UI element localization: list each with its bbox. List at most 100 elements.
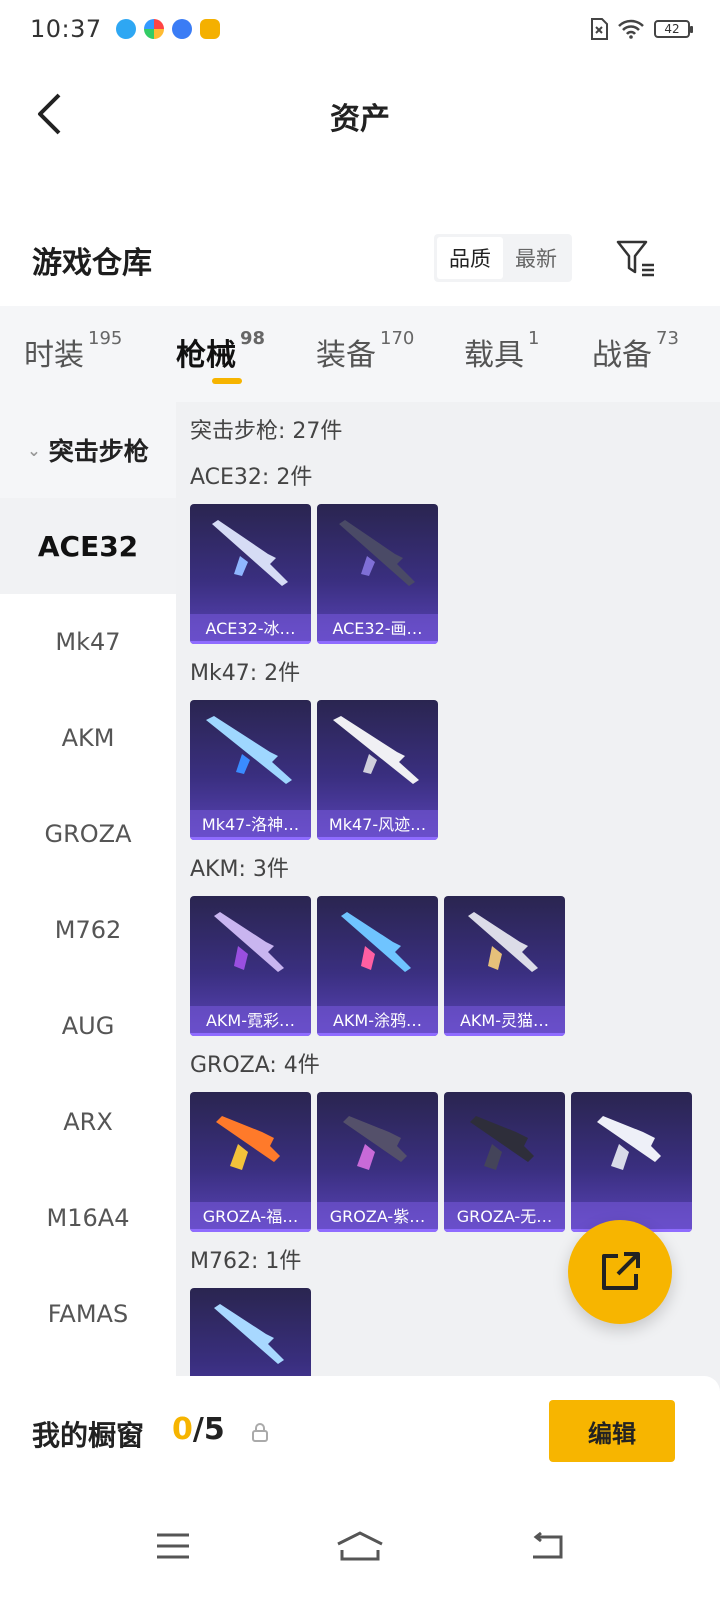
rifle-icon: [468, 912, 538, 972]
status-right: 42: [590, 18, 693, 40]
tab-supplies[interactable]: 战备 73: [592, 328, 679, 374]
nav-home-button[interactable]: [330, 1524, 390, 1568]
tab-count: 170: [380, 328, 415, 349]
section-title-ace32: ACE32: 2件: [190, 465, 313, 490]
skin-card[interactable]: GROZA-无…: [444, 1092, 565, 1232]
skin-name: AKM-霓彩…: [190, 1006, 311, 1036]
tab-label: 装备: [316, 338, 376, 373]
battery-icon: 42: [654, 20, 693, 38]
sidebar-item-akm[interactable]: AKM: [0, 690, 176, 786]
showcase-bar: 我的橱窗 0/5 编辑: [0, 1376, 720, 1492]
nav-back-button[interactable]: [517, 1524, 577, 1568]
back-icon: [532, 1531, 563, 1559]
skin-name: AKM-涂鸦…: [317, 1006, 438, 1036]
rifle-icon: [597, 1116, 661, 1170]
rifle-icon: [333, 716, 419, 784]
sort-toggle: 品质 最新: [434, 234, 572, 282]
skin-card[interactable]: AKM-灵猫…: [444, 896, 565, 1036]
skin-card[interactable]: ACE32-画…: [317, 504, 438, 644]
weapon-sidebar: ⌄ 突击步枪 ACE32 Mk47 AKM GROZA M762 AUG ARX…: [0, 402, 176, 1400]
skin-name: GROZA-紫…: [317, 1202, 438, 1232]
section-title-groza: GROZA: 4件: [190, 1053, 320, 1078]
game-app-icon: [199, 19, 220, 39]
skin-name: GROZA-无…: [444, 1202, 565, 1232]
rifle-icon: [212, 520, 288, 586]
tab-label: 枪械: [176, 338, 236, 373]
rifle-icon: [214, 912, 284, 972]
no-sim-icon: [591, 18, 608, 40]
skin-card[interactable]: Mk47-洛神…: [190, 700, 311, 840]
card-grid: ACE32-冰… ACE32-画…: [190, 504, 720, 644]
showcase-total: /5: [192, 1412, 225, 1447]
showcase-label: 我的橱窗: [32, 1419, 145, 1452]
skin-card[interactable]: GROZA-紫…: [317, 1092, 438, 1232]
sidebar-item-aug[interactable]: AUG: [0, 978, 176, 1074]
menu-icon: [157, 1533, 190, 1559]
tab-equipment[interactable]: 装备 170: [316, 328, 415, 374]
skin-card[interactable]: AKM-涂鸦…: [317, 896, 438, 1036]
share-export-icon: [602, 1252, 640, 1290]
sidebar-item-m16a4[interactable]: M16A4: [0, 1170, 176, 1266]
sidebar-group-assault-rifle[interactable]: ⌄ 突击步枪: [0, 402, 176, 498]
tab-fashion[interactable]: 时装 195: [24, 328, 123, 374]
skin-card[interactable]: Mk47-风迹…: [317, 700, 438, 840]
tab-count: 195: [88, 328, 123, 349]
share-button[interactable]: [568, 1220, 672, 1324]
skin-name: ACE32-冰…: [190, 614, 311, 644]
app-icon: [143, 19, 164, 39]
tab-count: 98: [240, 328, 266, 349]
sidebar-item-famas[interactable]: FAMAS: [0, 1266, 176, 1362]
header: 资产: [0, 70, 720, 160]
sidebar-item-groza[interactable]: GROZA: [0, 786, 176, 882]
qq-icon: [115, 19, 136, 39]
filter-icon: [616, 240, 654, 277]
sidebar-group-label: 突击步枪: [48, 437, 149, 466]
rifle-icon: [206, 716, 292, 784]
page-title: 资产: [330, 102, 390, 137]
sidebar-item-arx[interactable]: ARX: [0, 1074, 176, 1170]
edit-button[interactable]: 编辑: [549, 1400, 675, 1462]
skin-card[interactable]: [571, 1092, 692, 1232]
sort-newest-button[interactable]: 最新: [503, 237, 569, 279]
sidebar-item-m762[interactable]: M762: [0, 882, 176, 978]
tab-count: 73: [656, 328, 679, 349]
skin-name: GROZA-福…: [190, 1202, 311, 1232]
tab-label: 战备: [592, 338, 652, 373]
sort-quality-button[interactable]: 品质: [437, 237, 503, 279]
rifle-icon: [339, 520, 415, 586]
category-summary: 突击步枪: 27件: [190, 419, 343, 444]
tab-count: 1: [528, 328, 540, 349]
warehouse-title: 游戏仓库: [32, 246, 152, 281]
rifle-icon: [470, 1116, 534, 1170]
sidebar-item-mk47[interactable]: Mk47: [0, 594, 176, 690]
filter-button[interactable]: [612, 234, 660, 282]
showcase-current: 0: [172, 1412, 193, 1447]
baidu-icon: [171, 19, 192, 39]
section-title-akm: AKM: 3件: [190, 857, 289, 882]
rifle-icon: [343, 1116, 407, 1170]
skin-card[interactable]: AKM-霓彩…: [190, 896, 311, 1036]
card-grid: AKM-霓彩… AKM-涂鸦… AKM-灵猫…: [190, 896, 720, 1036]
system-nav-bar: [0, 1492, 720, 1600]
wifi-icon: [618, 19, 644, 39]
skin-name: AKM-灵猫…: [444, 1006, 565, 1036]
card-grid: GROZA-福… GROZA-紫… GROZA-无…: [190, 1092, 720, 1232]
category-tabs: 时装 195 枪械 98 装备 170 载具 1 战备 73: [0, 306, 720, 402]
nav-menu-button[interactable]: [143, 1524, 203, 1568]
rifle-icon: [216, 1116, 280, 1170]
skin-name: Mk47-风迹…: [317, 810, 438, 840]
home-icon: [337, 1531, 383, 1561]
rifle-icon: [341, 912, 411, 972]
notification-icons: [115, 19, 220, 39]
skin-card[interactable]: ACE32-冰…: [190, 504, 311, 644]
tab-label: 时装: [24, 338, 84, 373]
sidebar-item-ace32[interactable]: ACE32: [0, 498, 176, 594]
active-tab-indicator: [212, 378, 242, 384]
skin-name: ACE32-画…: [317, 614, 438, 644]
skin-name: Mk47-洛神…: [190, 810, 311, 840]
tab-weapons[interactable]: 枪械 98: [176, 328, 266, 374]
chevron-down-icon: ⌄: [27, 440, 41, 460]
skin-card[interactable]: GROZA-福…: [190, 1092, 311, 1232]
lock-icon: [252, 1423, 268, 1442]
tab-vehicles[interactable]: 载具 1: [464, 328, 540, 374]
